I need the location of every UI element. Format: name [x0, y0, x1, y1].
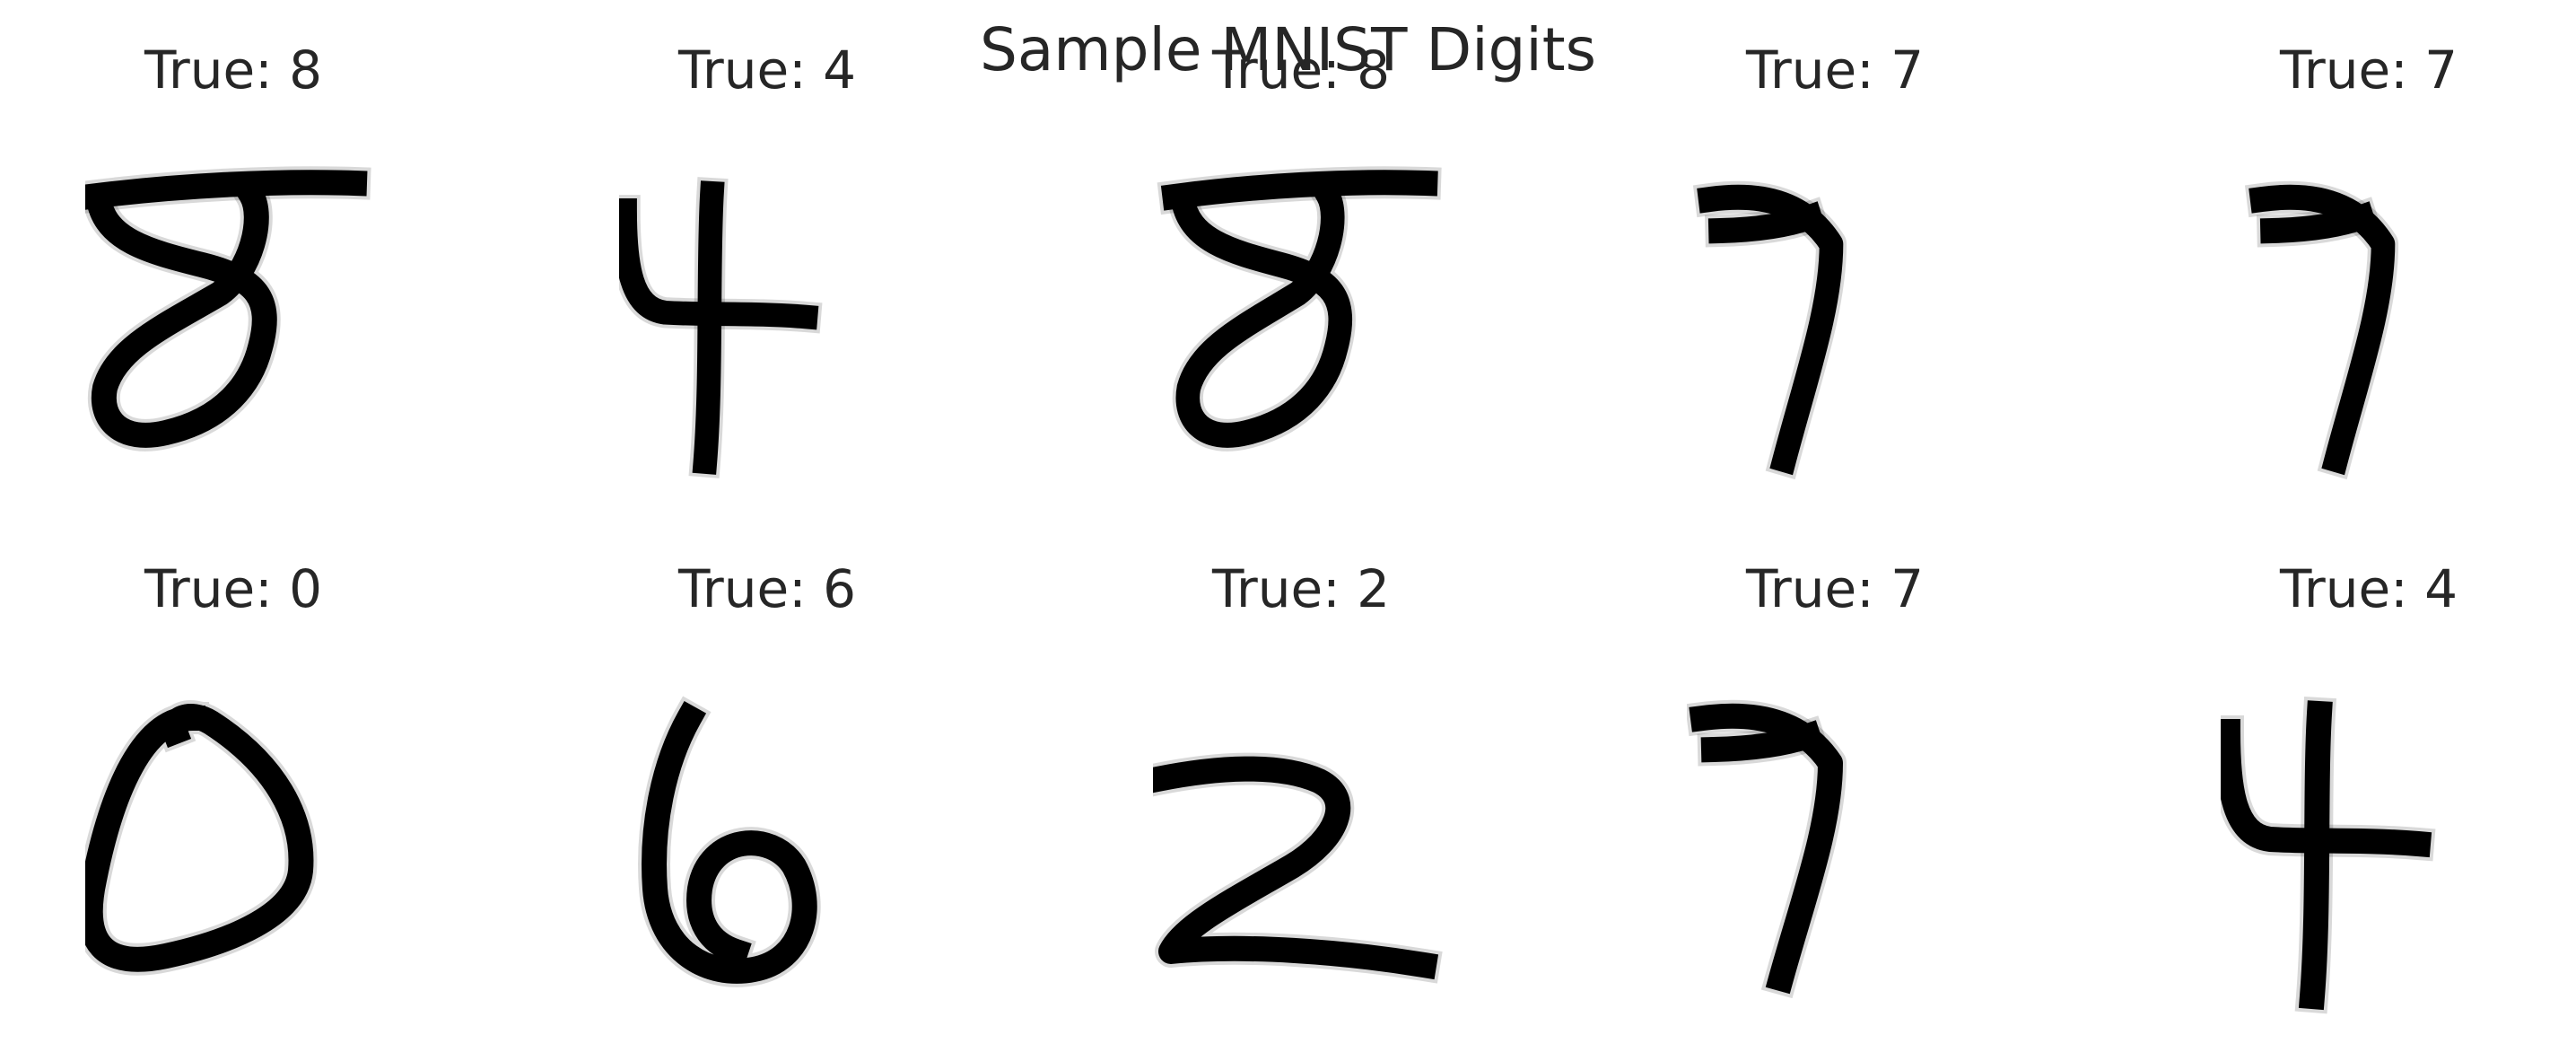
digit-image: [638, 696, 821, 987]
digit-panel: True: 0: [85, 557, 381, 1014]
digit-image: [2221, 696, 2436, 1014]
digit-stroke: [2259, 201, 2378, 244]
digit-panel: True: 7: [2221, 38, 2517, 495]
digit-image: [619, 177, 823, 478]
panel-title: True: 6: [677, 558, 857, 619]
digit-stroke: [692, 180, 725, 475]
digit-stroke-group: [1153, 752, 1443, 984]
panel-title: True: 4: [2279, 558, 2458, 619]
digit-stroke-group: [85, 166, 371, 452]
digit-image: [1687, 699, 1847, 999]
digit-image: [1692, 180, 1847, 480]
panel-title: True: 0: [144, 558, 323, 619]
digit-image: [1157, 166, 1442, 452]
mnist-figure: Sample MNIST Digits True: 8 True: 4 True…: [0, 0, 2576, 1061]
digit-image: [2244, 180, 2399, 480]
digit-stroke-group: [1692, 180, 1847, 480]
digit-panel: True: 6: [619, 557, 915, 1014]
digit-stroke-group: [619, 177, 823, 478]
digit-stroke: [1700, 720, 1824, 763]
digit-stroke: [2298, 700, 2333, 1011]
digit-stroke: [1160, 170, 1438, 211]
digit-panel: True: 4: [2221, 557, 2517, 1014]
digit-stroke-group: [1687, 699, 1847, 999]
digit-stroke-group: [2244, 180, 2399, 480]
panel-title: True: 2: [1211, 558, 1391, 619]
digit-stroke-group: [638, 696, 821, 987]
digit-panel: True: 8: [1153, 38, 1449, 495]
digit-panel: True: 7: [1687, 557, 1983, 1014]
digit-panel: True: 7: [1687, 38, 1983, 495]
digit-image: [1153, 752, 1443, 984]
digit-stroke-group: [85, 700, 318, 976]
digit-image: [85, 700, 318, 976]
panel-title: True: 7: [1745, 558, 1925, 619]
digit-image: [85, 166, 371, 452]
digit-panel: True: 8: [85, 38, 381, 495]
digit-panel: True: 2: [1153, 557, 1449, 1014]
digit-stroke-group: [2221, 696, 2436, 1014]
digit-stroke: [85, 170, 368, 210]
digit-stroke: [1707, 201, 1826, 244]
figure-title: Sample MNIST Digits: [979, 15, 1597, 84]
digit-panel: True: 4: [619, 38, 915, 495]
digit-stroke-group: [1157, 166, 1442, 452]
